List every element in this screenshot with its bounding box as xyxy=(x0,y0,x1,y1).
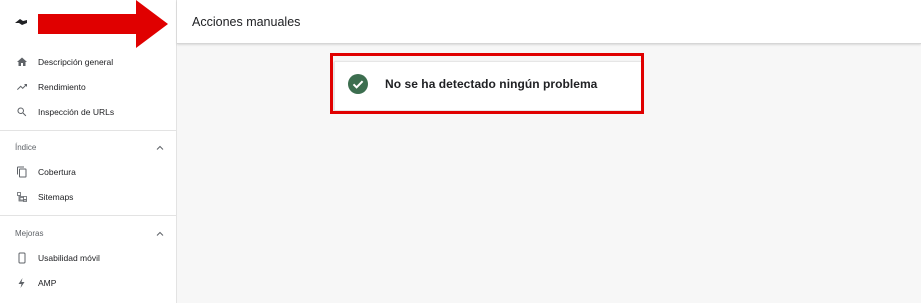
annotation-highlight-box xyxy=(330,53,644,114)
search-icon xyxy=(15,105,29,119)
smartphone-icon xyxy=(15,251,29,265)
sidebar-item-coverage[interactable]: Cobertura xyxy=(0,161,176,183)
copy-icon xyxy=(15,165,29,179)
sidebar-divider xyxy=(0,215,176,216)
sidebar-item-label: AMP xyxy=(38,278,57,288)
sidebar-item-mobile-usability[interactable]: Usabilidad móvil xyxy=(0,247,176,269)
home-icon xyxy=(15,55,29,69)
chevron-up-icon[interactable] xyxy=(155,229,165,239)
sidebar-item-label: Sitemaps xyxy=(38,192,74,202)
section-title-enhancements: Mejoras xyxy=(15,229,44,238)
section-title-index: Índice xyxy=(15,143,37,152)
sidebar-item-performance[interactable]: Rendimiento xyxy=(0,76,176,98)
trending-up-icon xyxy=(15,80,29,94)
sidebar-item-label: Descripción general xyxy=(38,57,114,67)
bolt-icon xyxy=(15,276,29,290)
sidebar-item-label: Rendimiento xyxy=(38,82,86,92)
annotation-arrow-icon xyxy=(38,0,168,48)
property-logo-icon[interactable] xyxy=(14,15,28,29)
sidebar-item-sitemaps[interactable]: Sitemaps xyxy=(0,186,176,208)
sidebar-item-url-inspection[interactable]: Inspección de URLs xyxy=(0,101,176,123)
page-header: Acciones manuales xyxy=(177,0,921,44)
sidebar-item-overview[interactable]: Descripción general xyxy=(0,51,176,73)
sitemap-icon xyxy=(15,190,29,204)
sidebar-item-label: Usabilidad móvil xyxy=(38,253,100,263)
sidebar-item-amp[interactable]: AMP xyxy=(0,272,176,294)
sidebar-item-label: Cobertura xyxy=(38,167,76,177)
chevron-up-icon[interactable] xyxy=(155,143,165,153)
sidebar-item-label: Inspección de URLs xyxy=(38,107,115,117)
page-title: Acciones manuales xyxy=(192,15,301,29)
sidebar-divider xyxy=(0,130,176,131)
